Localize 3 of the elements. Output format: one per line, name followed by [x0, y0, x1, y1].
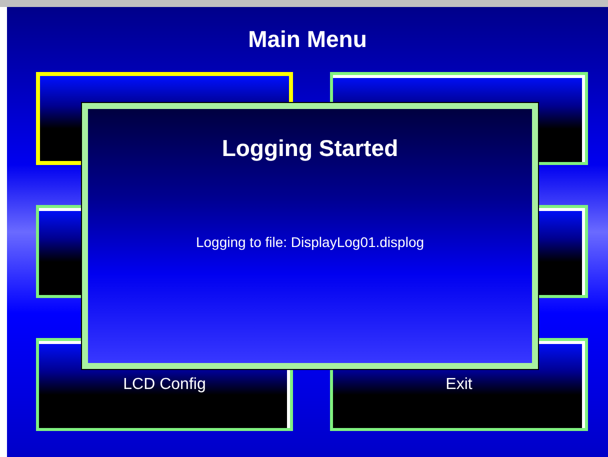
dialog-title: Logging Started: [222, 134, 398, 163]
screen-title: Main Menu: [248, 25, 367, 54]
dialog-message: Logging to file: DisplayLog01.displog: [196, 232, 424, 252]
